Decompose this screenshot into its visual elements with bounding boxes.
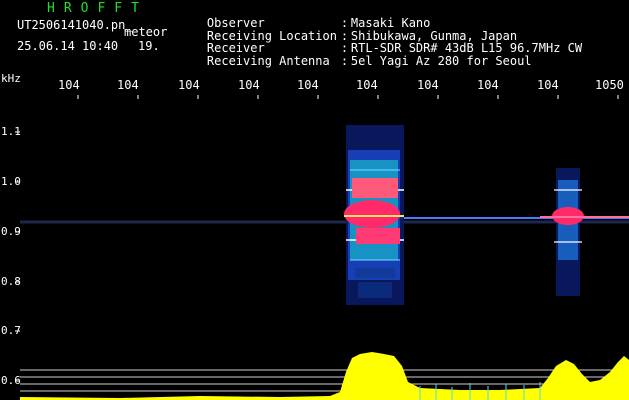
x-tick-label: 104 (417, 78, 439, 92)
x-tick-label: 1050 (595, 78, 624, 92)
metadata-value: 5el Yagi Az 280 for Seoul (350, 53, 532, 68)
metadata-label: Observer (206, 16, 265, 30)
record-type: meteor (124, 25, 168, 39)
metadata-separator: : (340, 16, 349, 30)
app-brand: HROFFT (47, 1, 148, 16)
x-tick-label: 104 (477, 78, 499, 92)
x-tick-label: 104 (117, 78, 139, 92)
timestamp: 25.06.14 10:40 (17, 39, 119, 53)
signal-level-trace (20, 352, 629, 400)
metadata-separator: : (340, 41, 349, 55)
x-tick-label: 104 (238, 78, 260, 92)
metadata-row-observer: Observer: Masaki Kano (178, 5, 582, 29)
metadata-label: Receiving Antenna (206, 53, 330, 68)
metadata-separator: : (340, 28, 349, 43)
x-tick-marks (77, 95, 619, 99)
y-axis-unit: kHz (1, 72, 21, 85)
x-tick-label: 104 (58, 78, 80, 92)
reference-lines (20, 369, 629, 392)
x-tick-label: 104 (178, 78, 200, 92)
meteor-echo-main (344, 125, 404, 305)
y-tick-marks (15, 131, 20, 382)
spectrogram-plot (15, 95, 629, 400)
x-tick-label: 104 (297, 78, 319, 92)
metadata-label: Receiver (206, 41, 265, 55)
file-name: UT2506141040.pn_ (17, 18, 133, 32)
meteor-echo-secondary (540, 168, 629, 296)
x-tick-label: 104 (537, 78, 559, 92)
x-tick-label: 104 (356, 78, 378, 92)
metadata-separator: : (340, 53, 349, 68)
metadata-label: Receiving Location (206, 28, 337, 43)
echo-count: 19. (138, 39, 160, 53)
metadata-panel: Observer: Masaki Kano Receiving Location:… (178, 5, 582, 67)
